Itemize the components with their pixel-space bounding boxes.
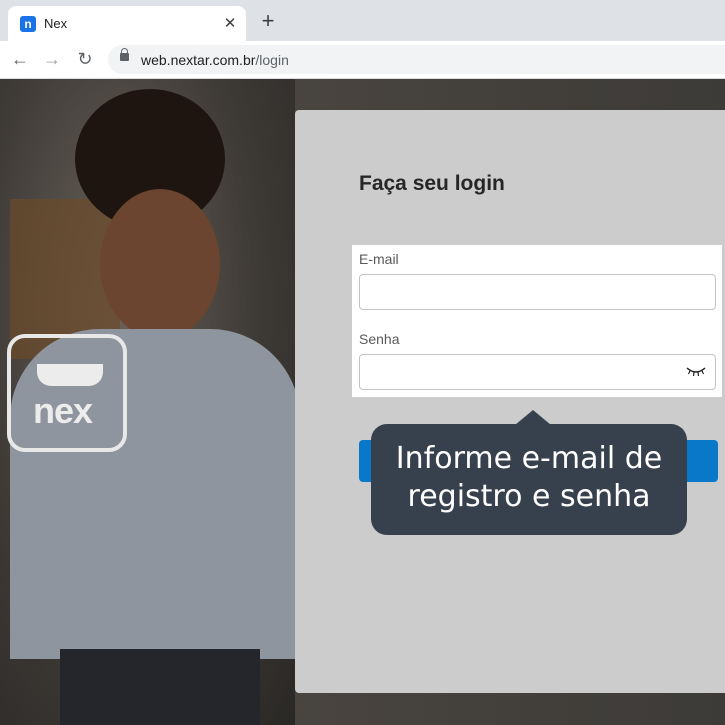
url-text[interactable]: web.nextar.com.br/login [141, 52, 289, 68]
password-field[interactable] [359, 354, 716, 390]
browser-tab[interactable]: n Nex ✕ [8, 6, 246, 41]
nex-logo-cloud-icon [37, 364, 103, 386]
tooltip-arrow [515, 410, 551, 425]
nex-favicon-icon: n [20, 16, 36, 32]
password-label: Senha [359, 331, 400, 347]
login-panel: Faça seu login E-mail Senha Informe e-ma… [295, 110, 725, 693]
person-face [100, 189, 220, 339]
login-page: nex Faça seu login E-mail Senha Informe … [0, 79, 725, 725]
url-path: /login [255, 52, 289, 68]
browser-tab-bar: n Nex ✕ + [0, 0, 725, 41]
person-legs [60, 649, 260, 725]
login-title: Faça seu login [359, 172, 505, 195]
tooltip-line-1: Informe e-mail de [395, 441, 663, 476]
login-form: E-mail Senha [352, 245, 722, 397]
hide-password-eye-icon[interactable] [686, 365, 706, 377]
lock-icon[interactable] [120, 48, 129, 61]
email-field[interactable] [359, 274, 716, 310]
new-tab-icon[interactable]: + [256, 10, 280, 34]
instruction-tooltip: Informe e-mail de registro e senha [371, 424, 687, 535]
tooltip-line-2: registro e senha [407, 479, 651, 514]
nex-logo-text: nex [33, 390, 93, 431]
close-tab-icon[interactable]: ✕ [220, 14, 240, 34]
url-host: web.nextar.com.br [141, 52, 256, 68]
back-arrow-icon[interactable]: ← [8, 47, 32, 71]
address-bar[interactable]: web.nextar.com.br/login [108, 45, 725, 74]
browser-toolbar: ← → ↻ web.nextar.com.br/login [0, 41, 725, 79]
reload-icon[interactable]: ↻ [73, 47, 97, 71]
tab-title: Nex [44, 16, 68, 31]
email-label: E-mail [359, 251, 399, 267]
nex-logo: nex [7, 334, 127, 452]
forward-arrow-icon[interactable]: → [40, 47, 64, 71]
